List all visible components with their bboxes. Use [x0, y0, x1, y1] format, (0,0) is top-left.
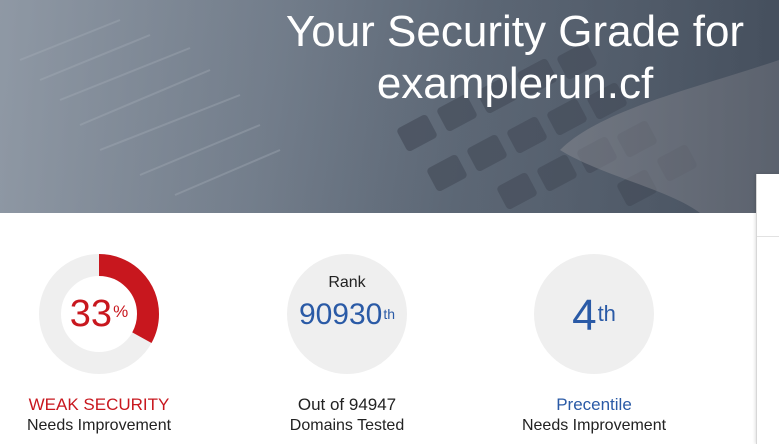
percentile-value: 4th	[534, 290, 654, 342]
rank-caption: Out of 94947	[297, 395, 397, 414]
page-title: Your Security Grade for examplerun.cf	[255, 6, 775, 110]
side-panel-divider	[757, 236, 779, 237]
rank-suffix: th	[383, 306, 396, 322]
percentile-caption: Precentile	[556, 395, 632, 414]
domain-name: examplerun.cf	[376, 59, 654, 108]
grade-percent: 33%	[39, 290, 159, 338]
rank-number: 90930	[298, 298, 383, 331]
hero-banner: Your Security Grade for examplerun.cf	[0, 0, 779, 213]
percentile-note: Needs Improvement	[521, 417, 667, 434]
percentile-suffix: th	[597, 301, 616, 326]
grade-percent-number: 33	[69, 293, 113, 335]
percentile-number: 4	[572, 291, 597, 340]
title-line: Your Security Grade for	[285, 7, 745, 56]
rank-label: Rank	[328, 274, 366, 291]
side-panel[interactable]	[756, 174, 779, 444]
grade-note: Needs Improvement	[26, 417, 172, 434]
grade-status: WEAK SECURITY	[28, 395, 170, 414]
rank-value: 90930th	[287, 298, 407, 332]
grade-percent-symbol: %	[113, 302, 129, 321]
rank-note: Domains Tested	[289, 417, 405, 434]
